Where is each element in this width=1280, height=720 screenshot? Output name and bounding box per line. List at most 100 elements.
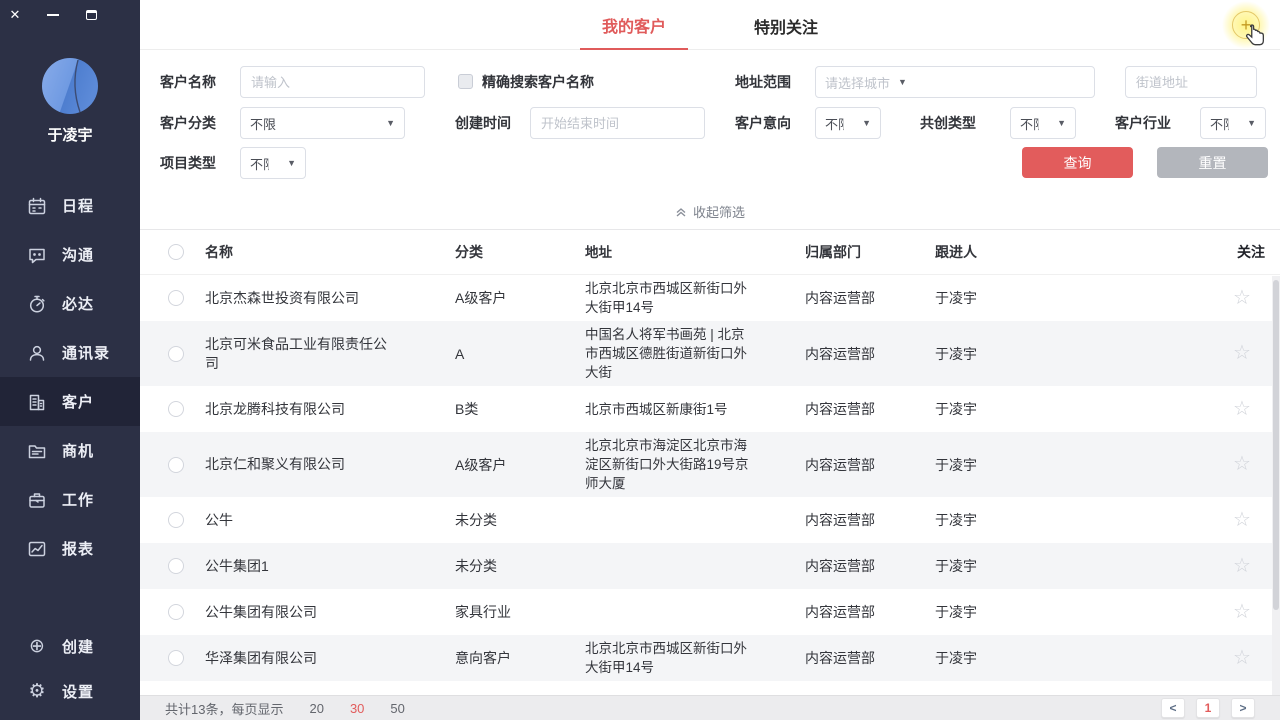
sidebar-item-customers[interactable]: 客户 (0, 377, 140, 426)
contacts-icon (26, 342, 48, 364)
customer-industry-value: 不限 (1210, 114, 1229, 133)
cell-name: 北京龙腾科技有限公司 (205, 400, 390, 419)
pager: < 1 > (1161, 698, 1255, 718)
customer-intent-value: 不限 (825, 114, 844, 133)
cell-follower: 于凌宇 (935, 648, 1095, 668)
create-label: 创建 (62, 636, 94, 657)
street-address-input[interactable] (1125, 66, 1257, 98)
header-department: 归属部门 (805, 242, 915, 262)
stopwatch-icon (26, 293, 48, 315)
sidebar-item-opportunities[interactable]: 商机 (0, 426, 140, 475)
building-icon (26, 391, 48, 413)
project-type-select[interactable]: 不限 ▼ (240, 147, 306, 179)
cell-follower: 于凌宇 (935, 344, 1095, 364)
star-icon[interactable]: ☆ (1233, 647, 1251, 669)
cell-department: 内容运营部 (805, 344, 915, 364)
row-radio[interactable] (168, 558, 184, 574)
star-icon[interactable]: ☆ (1233, 601, 1251, 623)
pagination-bar: 共计13条，每页显示 20 30 50 < 1 > (140, 695, 1280, 720)
table-row[interactable]: 公牛集团有限公司 家具行业 内容运营部 于凌宇 ☆ (140, 589, 1280, 635)
page-size-30[interactable]: 30 (350, 701, 364, 716)
minimize-icon[interactable] (46, 8, 60, 22)
table-row[interactable]: 北京杰森世投资有限公司 A级客户 北京北京市西城区新街口外大街甲14号 内容运营… (140, 275, 1280, 321)
cell-address: 中国名人将军书画苑 | 北京市西城区德胜街道新街口外大街 (585, 325, 755, 382)
settings-button[interactable]: ⚙ 设置 (0, 669, 140, 714)
avatar[interactable] (42, 58, 98, 114)
cell-name: 华泽集团有限公司 (205, 649, 390, 668)
star-icon[interactable]: ☆ (1233, 287, 1251, 309)
tab-special-follow[interactable]: 特别关注 (732, 1, 840, 49)
table-row[interactable]: 北京可米食品工业有限责任公司 A 中国名人将军书画苑 | 北京市西城区德胜街道新… (140, 321, 1280, 386)
page-size-20[interactable]: 20 (309, 701, 323, 716)
cell-category: 未分类 (455, 556, 575, 576)
customer-intent-select[interactable]: 不限 ▼ (815, 107, 881, 139)
close-icon[interactable]: ✕ (8, 8, 22, 22)
row-radio[interactable] (168, 512, 184, 528)
cell-address: 北京北京市海淀区北京市海淀区新街口外大街路19号京师大厦 (585, 436, 755, 493)
table-row[interactable]: 北京龙腾科技有限公司 B类 北京市西城区新康街1号 内容运营部 于凌宇 ☆ (140, 386, 1280, 432)
city-select-value: 请选择城市 (825, 73, 890, 92)
sidebar-item-reports[interactable]: 报表 (0, 524, 140, 573)
table-row[interactable]: 公牛 未分类 内容运营部 于凌宇 ☆ (140, 497, 1280, 543)
topbar: 我的客户 特别关注 + (140, 0, 1280, 50)
sidebar-item-bida[interactable]: 必达 (0, 279, 140, 328)
prev-page-button[interactable]: < (1161, 698, 1185, 718)
gear-icon: ⚙ (26, 681, 48, 703)
star-icon[interactable]: ☆ (1233, 398, 1251, 420)
cell-category: A级客户 (455, 455, 575, 475)
table-row[interactable]: 公牛集团1 未分类 内容运营部 于凌宇 ☆ (140, 543, 1280, 589)
cocreate-type-select[interactable]: 不限 ▼ (1010, 107, 1076, 139)
exact-search-checkbox[interactable] (458, 74, 473, 89)
customer-category-select[interactable]: 不限 ▼ (240, 107, 405, 139)
star-icon[interactable]: ☆ (1233, 555, 1251, 577)
star-icon[interactable]: ☆ (1233, 453, 1251, 475)
sidebar-item-contacts[interactable]: 通讯录 (0, 328, 140, 377)
app-window: ✕ 于凌宇 (0, 0, 1280, 720)
star-icon[interactable]: ☆ (1233, 342, 1251, 364)
next-page-button[interactable]: > (1231, 698, 1255, 718)
cell-follower: 于凌宇 (935, 455, 1095, 475)
row-radio[interactable] (168, 650, 184, 666)
row-radio[interactable] (168, 457, 184, 473)
current-page-button[interactable]: 1 (1196, 698, 1220, 718)
cell-name: 公牛集团1 (205, 557, 390, 576)
customer-name-input[interactable] (240, 66, 425, 98)
sidebar-item-schedule[interactable]: 日程 (0, 181, 140, 230)
scrollbar-thumb[interactable] (1273, 280, 1279, 610)
customer-name-label: 客户名称 (160, 66, 216, 98)
project-type-value: 不限 (250, 154, 269, 173)
cell-category: B类 (455, 399, 575, 419)
reset-button[interactable]: 重置 (1157, 147, 1268, 178)
search-button[interactable]: 查询 (1022, 147, 1133, 178)
create-time-input[interactable] (530, 107, 705, 139)
table-row[interactable]: 华泽集团有限公司 意向客户 北京北京市西城区新街口外大街甲14号 内容运营部 于… (140, 635, 1280, 681)
tab-my-customers[interactable]: 我的客户 (580, 0, 688, 50)
cell-category: A (455, 346, 575, 362)
cell-name: 北京仁和聚义有限公司 (205, 455, 390, 474)
sidebar-item-label: 工作 (62, 489, 94, 510)
city-select[interactable]: 请选择城市 ▼ (815, 66, 1095, 98)
create-time-label: 创建时间 (455, 107, 511, 139)
star-icon[interactable]: ☆ (1233, 509, 1251, 531)
select-all-radio[interactable] (168, 244, 184, 260)
row-radio[interactable] (168, 604, 184, 620)
customer-industry-select[interactable]: 不限 ▼ (1200, 107, 1266, 139)
collapse-filter-link[interactable]: 收起筛选 (140, 202, 1280, 221)
table-header: 名称 分类 地址 归属部门 跟进人 关注 (140, 230, 1280, 275)
row-radio[interactable] (168, 401, 184, 417)
sidebar-item-communication[interactable]: 沟通 (0, 230, 140, 279)
project-type-label: 项目类型 (160, 147, 216, 179)
table-row[interactable]: 北京仁和聚义有限公司 A级客户 北京北京市海淀区北京市海淀区新街口外大街路19号… (140, 432, 1280, 497)
sidebar-item-label: 报表 (62, 538, 94, 559)
create-button[interactable]: ⊕ 创建 (0, 624, 140, 669)
add-customer-button[interactable]: + (1222, 1, 1270, 49)
chevron-down-icon: ▼ (386, 118, 395, 128)
cell-name: 北京可米食品工业有限责任公司 (205, 335, 390, 373)
row-radio[interactable] (168, 346, 184, 362)
cell-address: 北京北京市西城区新街口外大街甲14号 (585, 279, 755, 317)
row-radio[interactable] (168, 290, 184, 306)
sidebar-item-work[interactable]: 工作 (0, 475, 140, 524)
cell-department: 内容运营部 (805, 399, 915, 419)
page-size-50[interactable]: 50 (390, 701, 404, 716)
maximize-icon[interactable] (84, 8, 98, 22)
